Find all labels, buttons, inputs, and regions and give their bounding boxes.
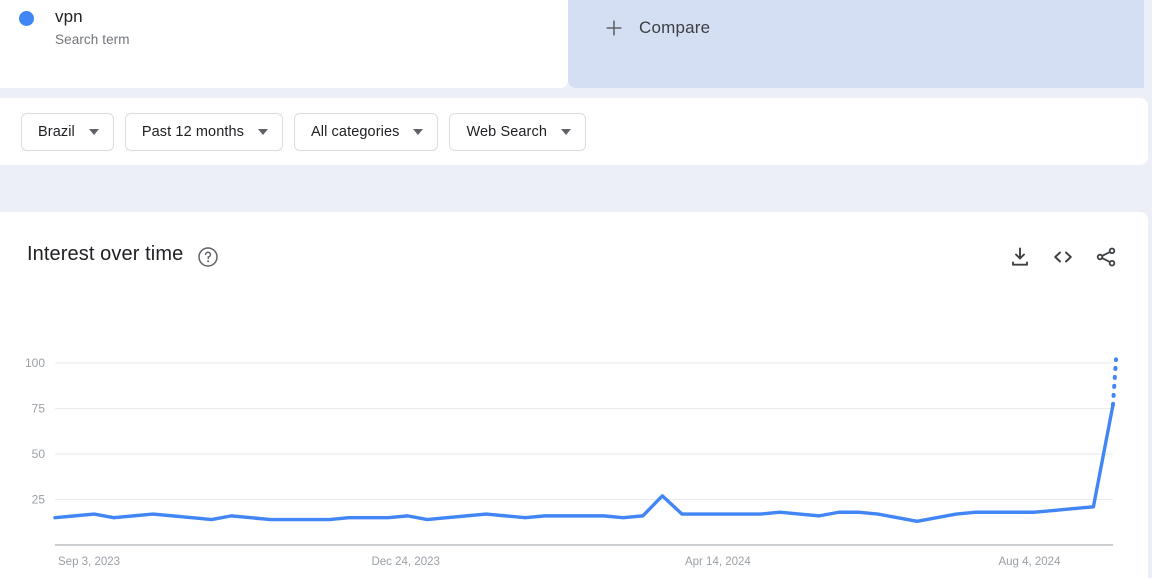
compare-card[interactable] bbox=[568, 0, 1144, 88]
x-axis-tick: Apr 14, 2024 bbox=[685, 556, 751, 568]
filter-bar: Brazil Past 12 months All categories Web… bbox=[0, 98, 1148, 165]
x-axis-tick: Sep 3, 2023 bbox=[58, 556, 120, 568]
compare-label[interactable]: Compare bbox=[639, 18, 710, 38]
search-term-card[interactable]: vpn Search term bbox=[0, 0, 568, 88]
series-partial-data-line bbox=[1111, 357, 1118, 407]
y-axis-tick: 50 bbox=[32, 447, 46, 461]
chevron-down-icon bbox=[258, 128, 269, 135]
filter-category[interactable]: All categories bbox=[294, 112, 439, 151]
filter-search-type[interactable]: Web Search bbox=[449, 112, 586, 151]
x-axis-tick: Dec 24, 2023 bbox=[371, 556, 439, 568]
y-axis-tick: 75 bbox=[32, 402, 46, 416]
filter-timerange-label: Past 12 months bbox=[141, 123, 245, 140]
filter-category-label: All categories bbox=[311, 123, 400, 140]
chevron-down-icon bbox=[413, 128, 424, 135]
plus-icon bbox=[604, 18, 624, 38]
y-axis-tick: 100 bbox=[25, 356, 45, 370]
chevron-down-icon bbox=[88, 128, 99, 135]
trends-page: vpn Search term Compare Brazil Past 12 m… bbox=[0, 0, 1152, 578]
series-color-dot bbox=[19, 11, 34, 26]
interest-over-time-chart[interactable]: 25 50 75 100 Sep 3, 2023 Dec 24, 2023 Apr 14, … bbox=[0, 212, 1148, 578]
x-axis-tick: Aug 4, 2024 bbox=[998, 556, 1061, 568]
filter-timerange[interactable]: Past 12 months bbox=[124, 112, 284, 151]
y-axis-tick: 25 bbox=[32, 493, 46, 507]
chevron-down-icon bbox=[561, 128, 571, 135]
filter-location-label: Brazil bbox=[38, 123, 75, 140]
search-terms-row: vpn Search term bbox=[0, 0, 1152, 90]
filter-location[interactable]: Brazil bbox=[21, 112, 114, 151]
filter-search-type-label: Web Search bbox=[466, 123, 547, 140]
search-term-label: vpn bbox=[55, 7, 83, 26]
interest-over-time-card: Interest over time 25 50 75 100 Sep 3, 2… bbox=[0, 212, 1148, 578]
search-term-type: Search term bbox=[55, 32, 130, 47]
series-line-vpn bbox=[53, 403, 1115, 524]
